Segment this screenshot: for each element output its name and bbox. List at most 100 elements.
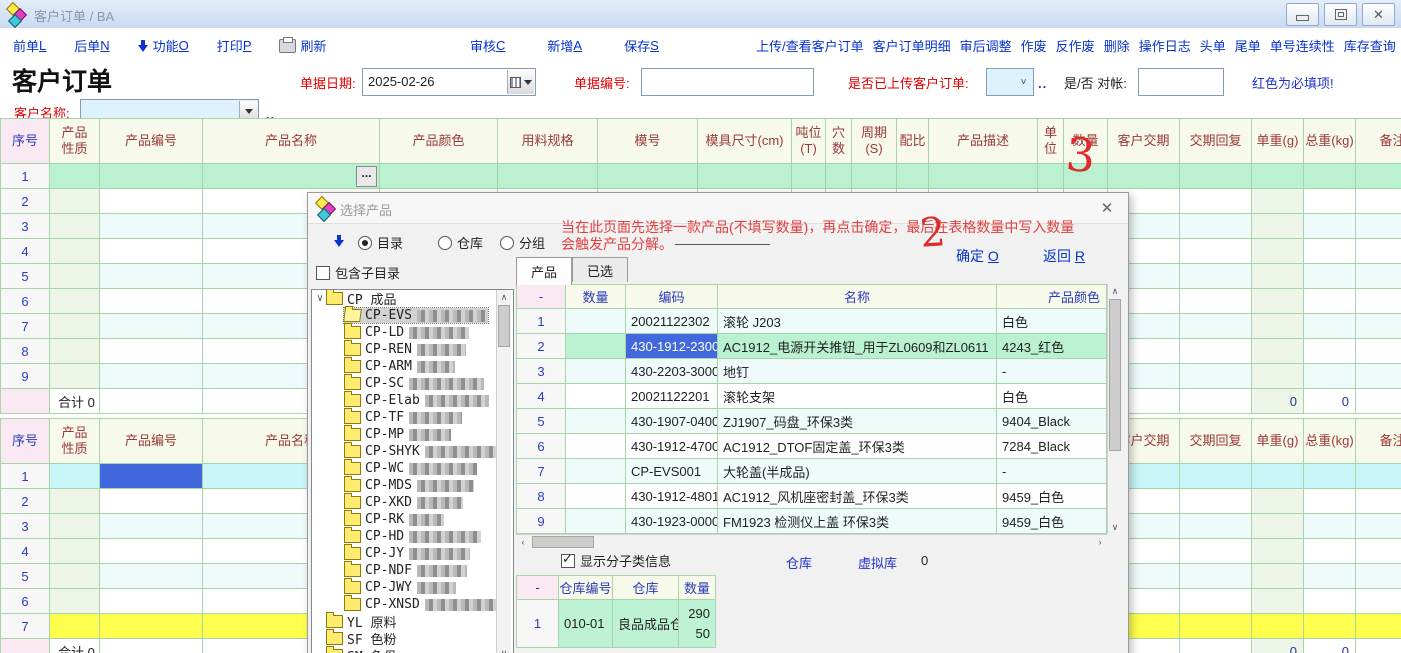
ok-button[interactable]: 确定 O <box>956 246 999 266</box>
cell[interactable] <box>1180 214 1252 239</box>
color-cell[interactable]: - <box>997 359 1107 384</box>
tree-item-CP-SHYK[interactable]: CP-SHYK <box>312 443 513 460</box>
radio-warehouse[interactable]: 仓库 <box>438 233 483 252</box>
tree-item-CP-RK[interactable]: CP-RK <box>312 511 513 528</box>
qty-cell[interactable] <box>566 459 626 484</box>
warehouse-code-cell[interactable]: 010-01 <box>559 600 613 648</box>
cell[interactable] <box>1180 614 1252 639</box>
tree-item-CP-XKD[interactable]: CP-XKD <box>312 494 513 511</box>
cell[interactable] <box>1356 164 1401 189</box>
cell[interactable] <box>50 464 100 489</box>
dialog-close-icon[interactable]: ✕ <box>1096 198 1118 218</box>
cell[interactable] <box>100 589 203 614</box>
color-cell[interactable]: 9404_Black <box>997 409 1107 434</box>
warehouse-name-cell[interactable]: 良品成品仓 <box>613 600 679 648</box>
tree-item-CP-MP[interactable]: CP-MP <box>312 426 513 443</box>
cell[interactable] <box>100 489 203 514</box>
product-row[interactable]: 5430-1907-0400ZJ1907_码盘_环保3类9404_Black <box>516 409 1107 434</box>
product-row[interactable]: 6430-1912-4700AC1912_DTOF固定盖_环保3类7284_Bl… <box>516 434 1107 459</box>
toolbar-link-新增[interactable]: 新增A <box>547 36 582 55</box>
qty-cell[interactable] <box>566 359 626 384</box>
cell[interactable] <box>698 164 792 189</box>
toolbar-link-保存[interactable]: 保存S <box>624 36 659 55</box>
cell[interactable] <box>1304 289 1356 314</box>
cell[interactable] <box>1180 364 1252 389</box>
cell[interactable] <box>100 214 203 239</box>
cell[interactable] <box>1304 189 1356 214</box>
cell[interactable] <box>50 289 100 314</box>
cell[interactable] <box>897 164 929 189</box>
qty-cell[interactable] <box>566 309 626 334</box>
cell[interactable] <box>100 339 203 364</box>
cell[interactable] <box>50 564 100 589</box>
warehouse-link[interactable]: 仓库 <box>786 553 812 572</box>
qty-cell[interactable] <box>566 384 626 409</box>
cell[interactable] <box>50 489 100 514</box>
cell[interactable] <box>1356 614 1401 639</box>
tree-item-CP-SC[interactable]: CP-SC <box>312 375 513 392</box>
include-subdir-checkbox[interactable]: 包含子目录 <box>316 263 400 282</box>
toolbar-link-反作废[interactable]: 反作废 <box>1056 36 1095 55</box>
chevron-down-icon[interactable]: ∨ <box>314 293 326 304</box>
cell[interactable] <box>1304 514 1356 539</box>
cell[interactable] <box>100 614 203 639</box>
cell[interactable] <box>100 264 203 289</box>
cell[interactable] <box>1304 364 1356 389</box>
cell[interactable] <box>1252 264 1304 289</box>
toolbar-link-后单[interactable]: 后单N <box>74 36 109 55</box>
name-cell[interactable]: 滚轮 J203 <box>718 309 997 334</box>
toolbar-link-刷新[interactable]: 刷新 <box>279 36 326 55</box>
cell[interactable] <box>826 164 852 189</box>
product-row[interactable]: 3430-2203-3000地钉- <box>516 359 1107 384</box>
toolbar-link-客户订单明细[interactable]: 客户订单明细 <box>873 36 951 55</box>
toolbar-link-前单[interactable]: 前单L <box>13 36 46 55</box>
toolbar-link-操作日志[interactable]: 操作日志 <box>1139 36 1191 55</box>
radio-catalog[interactable]: 目录 <box>358 233 403 252</box>
show-subinfo-checkbox[interactable]: 显示分子类信息 <box>561 551 671 570</box>
tree-item-CP-TF[interactable]: CP-TF <box>312 409 513 426</box>
cell[interactable] <box>1252 564 1304 589</box>
toolbar-link-审后调整[interactable]: 审后调整 <box>960 36 1012 55</box>
tree-item-CP-XNSD[interactable]: CP-XNSD <box>312 596 513 613</box>
cell[interactable] <box>1038 164 1064 189</box>
color-cell[interactable]: 9459_白色 <box>997 484 1107 509</box>
cell[interactable] <box>1252 514 1304 539</box>
doc-no-input[interactable] <box>641 68 814 96</box>
cell[interactable] <box>100 464 203 489</box>
tree-item-CP-EVS[interactable]: CP-EVS <box>312 307 513 324</box>
cell[interactable] <box>1252 164 1304 189</box>
cell[interactable] <box>1252 539 1304 564</box>
cell[interactable] <box>1356 514 1401 539</box>
cell[interactable] <box>1356 539 1401 564</box>
table-row[interactable]: 1... <box>0 164 1401 189</box>
grid-vscrollbar[interactable]: ∧ ∨ <box>1107 284 1122 534</box>
tree-item-YL 原料[interactable]: YL 原料 <box>312 613 513 630</box>
cell[interactable] <box>1356 364 1401 389</box>
cell[interactable] <box>100 239 203 264</box>
cell[interactable] <box>50 614 100 639</box>
cell[interactable] <box>792 164 826 189</box>
code-cell[interactable]: 430-1912-4700 <box>626 434 718 459</box>
cell[interactable] <box>1252 464 1304 489</box>
product-row[interactable]: 2430-1912-2300AC1912_电源开关推钮_用于ZL0609和ZL0… <box>516 334 1107 359</box>
cell[interactable] <box>1180 589 1252 614</box>
color-cell[interactable]: 白色 <box>997 309 1107 334</box>
cell[interactable] <box>1304 164 1356 189</box>
qty-cell[interactable] <box>566 509 626 534</box>
cell[interactable] <box>50 314 100 339</box>
cell[interactable] <box>1304 314 1356 339</box>
cell[interactable] <box>50 514 100 539</box>
cell[interactable] <box>1356 589 1401 614</box>
tree-item-CP-NDF[interactable]: CP-NDF <box>312 562 513 579</box>
cell[interactable] <box>1252 339 1304 364</box>
cell[interactable] <box>1252 214 1304 239</box>
product-row[interactable]: 9430-1923-0000FM1923 检测仪上盖 环保3类9459_白色 <box>516 509 1107 534</box>
cell[interactable] <box>1180 539 1252 564</box>
tree-item-CP 成品[interactable]: ∨CP 成品 <box>312 290 513 307</box>
cell[interactable] <box>1180 164 1252 189</box>
restore-button[interactable] <box>1324 3 1357 26</box>
cell[interactable] <box>1252 239 1304 264</box>
toolbar-link-删除[interactable]: 删除 <box>1104 36 1130 55</box>
cell[interactable] <box>1180 189 1252 214</box>
qty-cell[interactable] <box>566 409 626 434</box>
